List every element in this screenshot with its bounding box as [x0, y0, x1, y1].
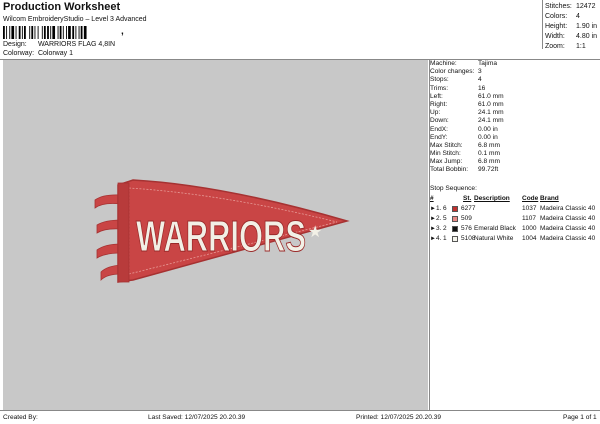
production-worksheet: Production Worksheet Wilcom EmbroiderySt… — [0, 0, 600, 424]
stats-divider — [542, 0, 543, 49]
color-swatch — [452, 236, 458, 242]
stat-row: Height: 1.90 in — [545, 23, 598, 30]
stat-row: Zoom: 1:1 — [545, 43, 586, 50]
last-saved: Last Saved: 12/07/2025 20.20.39 — [148, 414, 246, 421]
design-preview: WARRIORS ★ — [3, 60, 428, 410]
stats-panel: Stitches: 12472 Colors: 4 Height: 1.90 in W… — [545, 2, 600, 52]
barcode — [3, 26, 87, 39]
star-icon: ★ — [308, 222, 322, 241]
prop-row: Left: 61.0 mm — [430, 92, 504, 100]
stop-row: ► 4. 1 5108 Natural White 1004 Madeira C… — [430, 235, 596, 242]
prop-row: Right: 61.0 mm — [430, 100, 504, 108]
design-label: Design: — [3, 41, 27, 48]
colorway-value: Colorway 1 — [37, 50, 73, 57]
pennant-tassels — [94, 194, 122, 281]
prop-row: EndX: 0.00 in — [430, 125, 498, 133]
footer-divider — [0, 410, 600, 411]
page-title: Production Worksheet — [3, 1, 121, 13]
color-swatch — [452, 226, 458, 232]
stop-sequence-table: # St. Description Code Brand ► 1. 6 6277… — [430, 194, 598, 244]
prop-row: Color changes: 3 — [430, 68, 482, 76]
pennant-artwork: WARRIORS ★ — [94, 179, 350, 283]
barcode-suffix: , — [121, 26, 124, 37]
color-swatch — [452, 206, 458, 212]
prop-row: Max Stitch: 6.8 mm — [430, 141, 500, 149]
stop-table-header: # St. Description Code Brand — [430, 195, 559, 202]
stat-row: Colors: 4 — [545, 13, 580, 20]
stop-row: ► 3. 2 576 Emerald Black 1000 Madeira Cl… — [430, 225, 596, 232]
stop-row: ► 2. 5 509 1107 Madeira Classic 40 — [430, 215, 596, 222]
prop-row: Total Bobbin: 99.72ft — [430, 166, 499, 174]
stat-row: Stitches: 12472 — [545, 3, 596, 10]
design-value: WARRIORS FLAG 4,8IN — [37, 41, 116, 48]
prop-row: Trims: 16 — [430, 84, 486, 92]
prop-row: Max Jump: 6.8 mm — [430, 158, 500, 166]
prop-row: Stops: 4 — [430, 76, 482, 84]
design-row: Design: WARRIORS FLAG 4,8IN — [3, 41, 115, 48]
pennant-text: WARRIORS — [136, 212, 306, 261]
stop-sequence-label: Stop Sequence: — [430, 185, 477, 192]
machine-properties: Machine: Tajima Color changes: 3 Stops: 4 T… — [430, 60, 598, 175]
created-by: Created By: — [3, 414, 38, 421]
stat-row: Width: 4.80 in — [545, 33, 598, 40]
stop-row: ► 1. 6 6277 1037 Madeira Classic 40 — [430, 205, 596, 212]
colorway-label: Colorway: — [3, 50, 35, 57]
prop-row: Down: 24.1 mm — [430, 117, 504, 125]
software-subtitle: Wilcom EmbroideryStudio – Level 3 Advanc… — [3, 16, 147, 23]
prop-row: Up: 24.1 mm — [430, 109, 504, 117]
color-swatch — [452, 216, 458, 222]
prop-row: Machine: Tajima — [430, 60, 498, 67]
prop-row: Min Stitch: 0.1 mm — [430, 150, 500, 158]
prop-row: EndY: 0.00 in — [430, 133, 498, 141]
colorway-row: Colorway: Colorway 1 — [3, 50, 73, 57]
printed-date: Printed: 12/07/2025 20.20.39 — [356, 414, 442, 421]
page-number: Page 1 of 1 — [563, 414, 597, 421]
